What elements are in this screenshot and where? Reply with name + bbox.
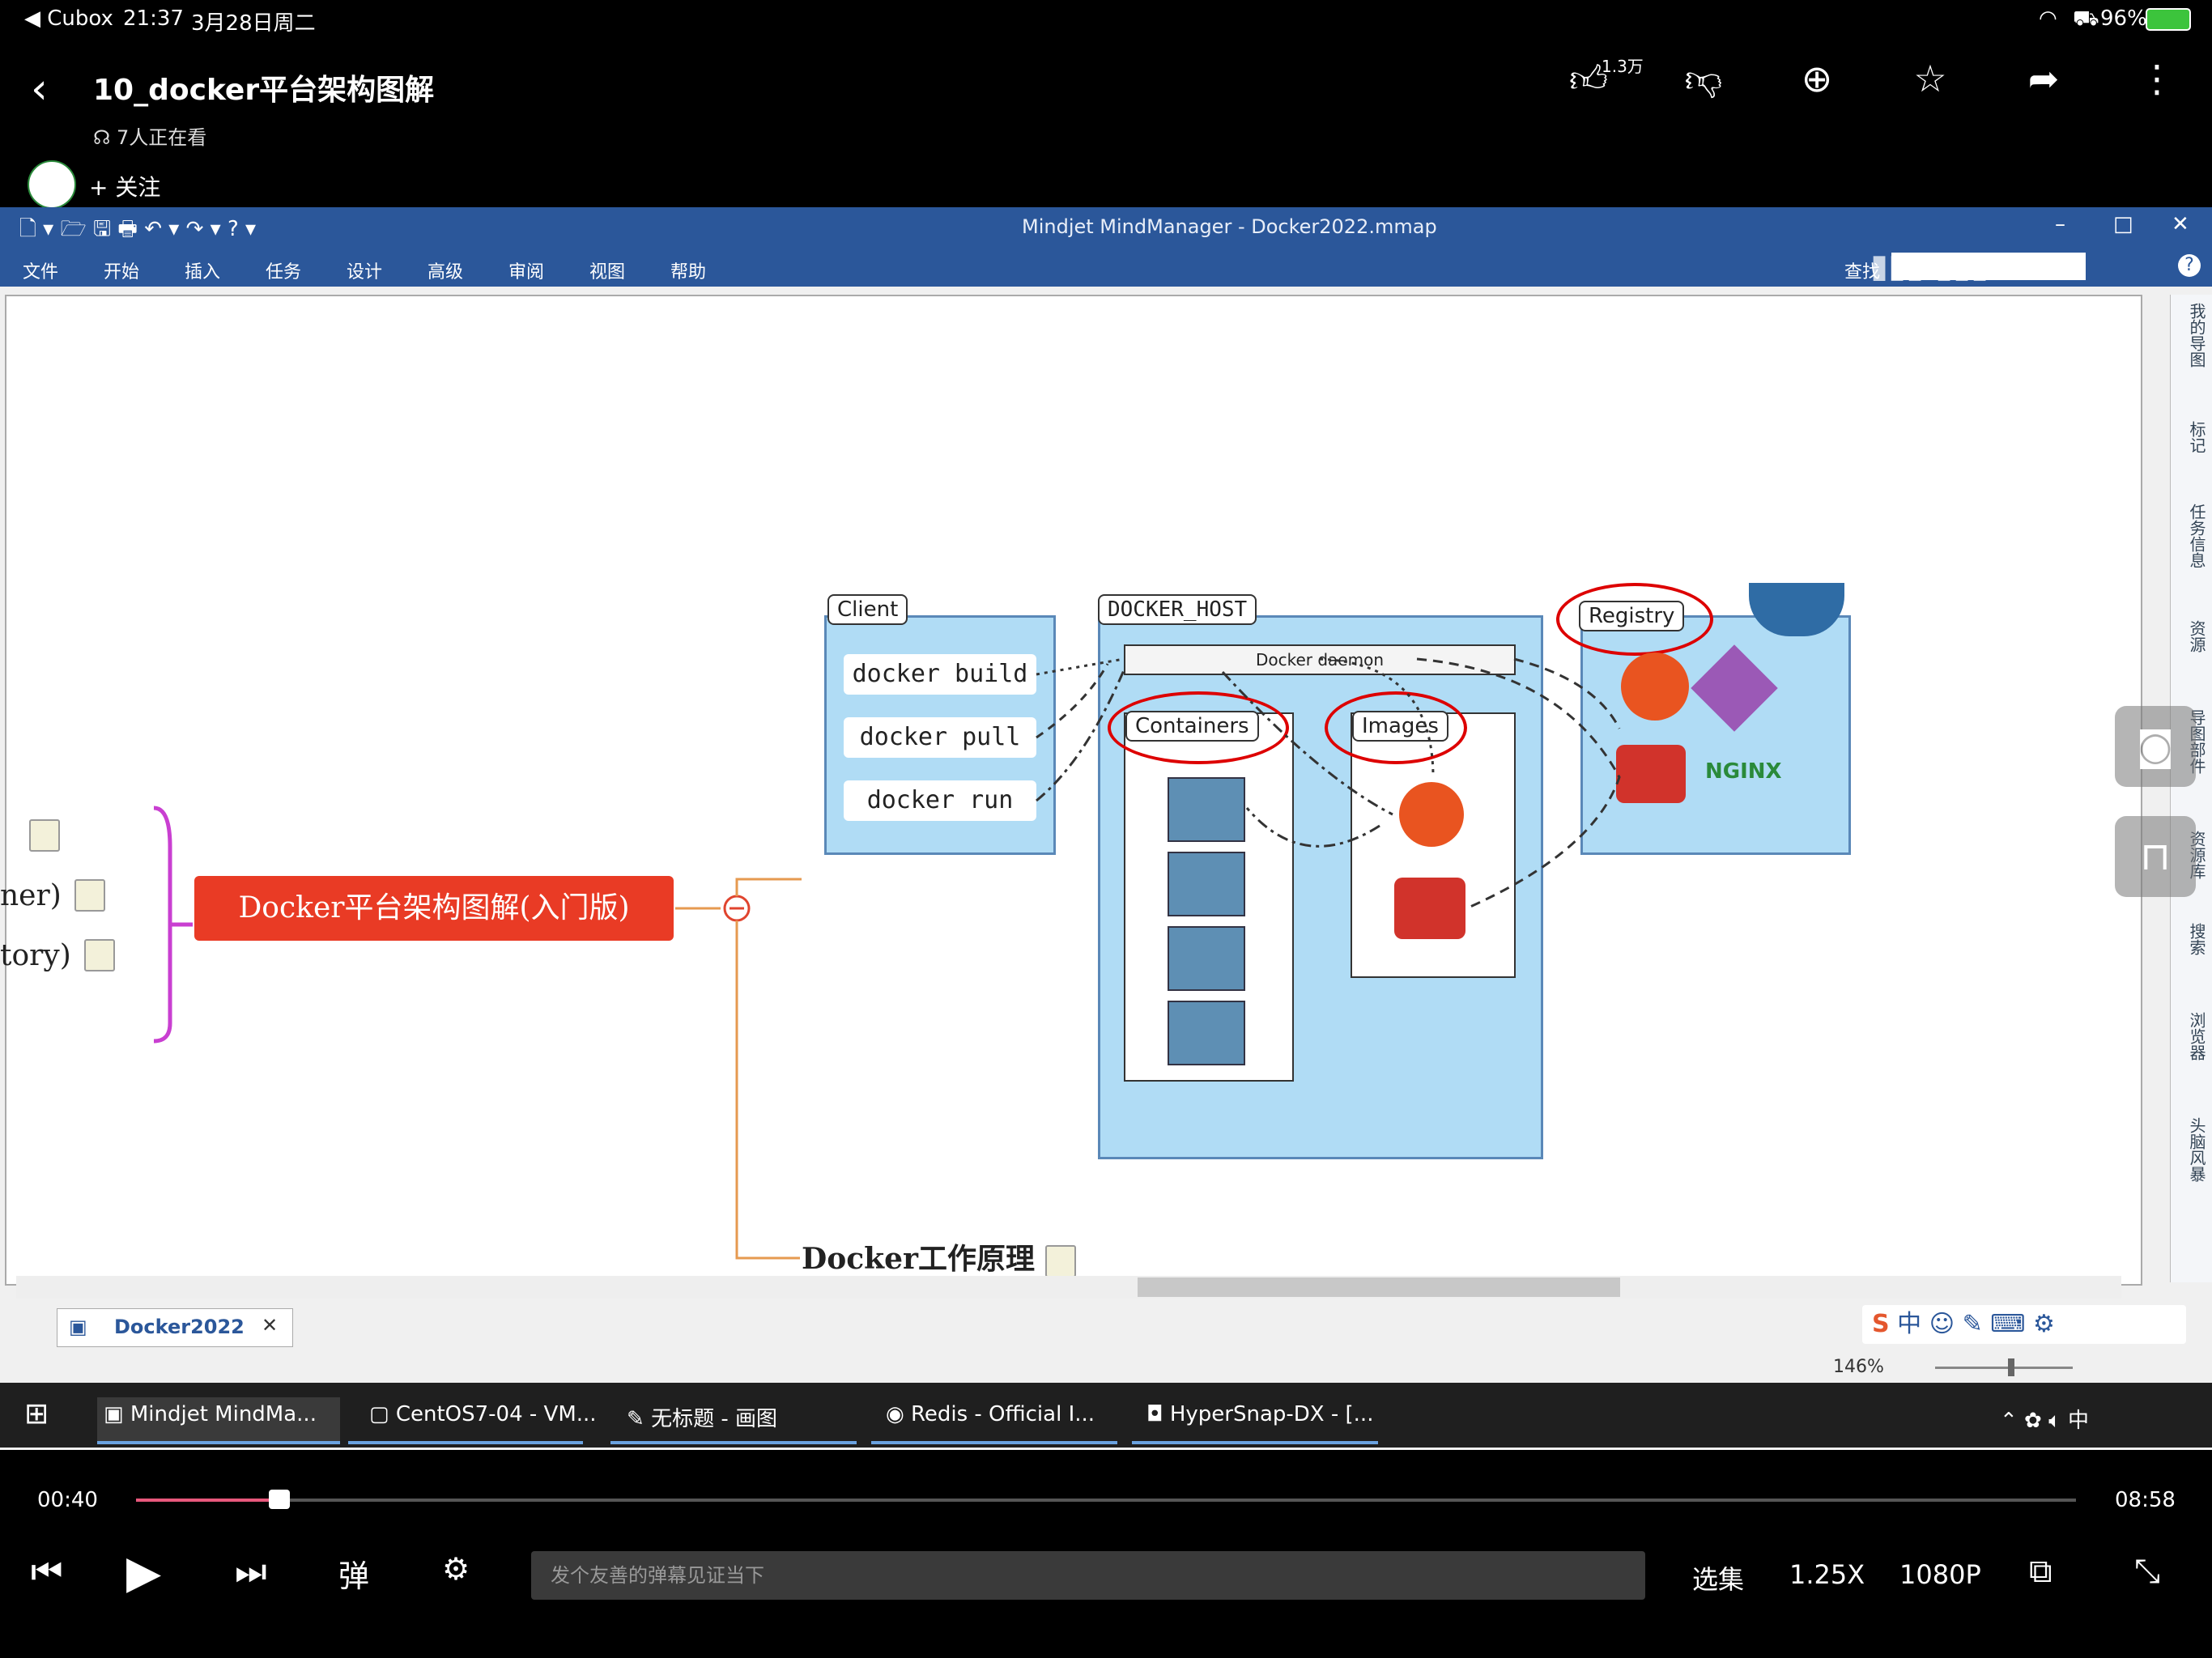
like-count: 1.3万 [1602, 57, 1644, 76]
coin-icon[interactable]: ⊕ [1784, 57, 1849, 121]
favorite-icon[interactable]: ☆ [1898, 57, 1963, 121]
taskbar-item-label: CentOS7-04 - VM... [395, 1402, 597, 1426]
pip-icon[interactable]: ⧉ [2029, 1553, 2052, 1590]
back-to-app[interactable]: ◀ Cubox [24, 6, 113, 31]
branch-up [735, 878, 802, 896]
left-brace [153, 806, 172, 1044]
battery-icon [2146, 8, 2191, 31]
document-tab[interactable]: ▣ Docker2022 ✕ [57, 1308, 293, 1347]
status-bar: ◀ Cubox 21:37 3月28日周二 ◠ ⛟ 96% [0, 0, 2212, 37]
chrome-icon: ◉ [886, 1402, 911, 1426]
danmaku-toggle-icon[interactable]: 弹 [338, 1551, 369, 1596]
video-title: 10_docker平台架构图解 [93, 74, 435, 107]
scrollbar-thumb[interactable] [1138, 1278, 1620, 1297]
partial-topic-1[interactable]: ner) [0, 879, 62, 912]
running-indicator [871, 1441, 1117, 1444]
panel-task-info[interactable]: 任务信息 [2175, 504, 2209, 568]
previous-icon[interactable]: ⏮ [31, 1551, 63, 1592]
help-icon[interactable]: ? [2178, 254, 2201, 277]
car-icon: ⛟ [2073, 6, 2099, 31]
watermark: ▮▮▮ ▮▮▮ [1870, 248, 1989, 285]
close-tab-icon[interactable]: ✕ [262, 1314, 278, 1337]
wifi-icon: ◠ [2039, 6, 2057, 31]
zoom-slider-thumb[interactable] [2008, 1358, 2014, 1376]
mindmanager-app-icon: ▣ [104, 1402, 130, 1426]
ime-toolbar[interactable]: S 中 ☺ ✎ ⌨ ⚙ [1862, 1305, 2186, 1344]
people-icon: ☊ [93, 126, 117, 149]
note-icon[interactable] [74, 879, 105, 912]
document-tab-label: Docker2022 [114, 1316, 245, 1338]
ime-mode: 中 [1897, 1310, 1922, 1338]
panel-markers[interactable]: 标记 [2175, 421, 2209, 453]
panel-browser[interactable]: 浏览器 [2175, 1012, 2209, 1061]
tray-ime: 中 [2067, 1409, 2089, 1433]
progress-fill [136, 1499, 280, 1502]
progress-bar[interactable] [136, 1499, 2076, 1502]
taskbar-item-label: HyperSnap-DX - [... [1169, 1402, 1374, 1426]
diagram-arrows [1036, 657, 1621, 908]
panel-search[interactable]: 搜索 [2175, 923, 2209, 955]
danmaku-settings-icon[interactable]: ⚙ [442, 1551, 470, 1587]
clock: 21:37 [123, 6, 184, 31]
paint-icon: ✎ [627, 1407, 652, 1431]
branch-down [735, 920, 800, 1260]
danmaku-input[interactable]: 发个友善的弹幕见证当下 [531, 1551, 1645, 1600]
unlock-icon: ⊓ [2140, 834, 2171, 879]
battery-percent: 96% [2100, 6, 2147, 31]
share-icon[interactable]: ➦ [2011, 57, 2076, 121]
note-icon[interactable] [84, 939, 115, 971]
play-icon[interactable]: ▶ [126, 1546, 161, 1599]
current-time: 00:40 [37, 1488, 98, 1512]
partial-topic-2[interactable]: tory) [0, 939, 71, 972]
follow-label: 关注 [115, 174, 161, 201]
dislike-icon[interactable]: 👎︎ [1671, 57, 1736, 121]
sogou-icon: S [1872, 1310, 1890, 1338]
panel-brainstorm[interactable]: 头脑风暴 [2175, 1117, 2209, 1182]
panel-resources[interactable]: 资源 [2175, 620, 2209, 653]
screenshot-button[interactable]: ◙ [2115, 706, 2196, 787]
video-frame[interactable]: 🗋 ▾ 🗁 🖫 🖶 ↶ ▾ ↷ ▾ ? ▾ Mindjet MindManage… [0, 207, 2212, 1450]
windows-start-icon[interactable]: ⊞ [24, 1397, 49, 1443]
running-indicator [610, 1441, 857, 1444]
taskbar-item-label: 无标题 - 画图 [651, 1407, 777, 1431]
follow-button[interactable]: + 关注 [89, 170, 160, 202]
active-indicator [97, 1441, 340, 1444]
tray-icons[interactable]: ⌃ ✿ 🔈︎ 中 [2000, 1397, 2089, 1450]
panel-my-maps[interactable]: 我的导图 [2175, 303, 2209, 368]
taskbar-item-label: Mindjet MindMa... [130, 1402, 317, 1426]
zoom-level: 146% [1833, 1357, 1884, 1377]
uploader-avatar[interactable] [28, 160, 76, 209]
vmware-icon: ▢ [369, 1402, 396, 1426]
camera-icon: ◙ [2136, 724, 2175, 769]
running-indicator [348, 1441, 583, 1444]
zoom-slider[interactable] [1935, 1367, 2073, 1369]
note-icon[interactable] [29, 819, 60, 852]
date: 3月28日周二 [191, 11, 316, 36]
watching-count: ☊ 7人正在看 [93, 121, 206, 150]
progress-thumb[interactable] [269, 1490, 291, 1509]
more-icon[interactable]: ⋮ [2125, 57, 2189, 121]
speed-button[interactable]: 1.25X [1789, 1559, 1865, 1590]
horizontal-scrollbar[interactable] [16, 1276, 2121, 1299]
next-icon[interactable]: ⏭ [235, 1551, 267, 1592]
watching-text: 7人正在看 [116, 126, 207, 149]
back-button[interactable]: ‹ [31, 65, 48, 113]
docker-architecture-image: Client docker build docker pull docker r… [818, 583, 1854, 1360]
lock-button[interactable]: ⊓ [2115, 816, 2196, 897]
quality-button[interactable]: 1080P [1899, 1559, 1981, 1590]
camera-icon: ◘ [1146, 1402, 1170, 1426]
running-indicator [1132, 1441, 1378, 1444]
total-time: 08:58 [2115, 1488, 2176, 1512]
mindmap-file-icon: ▣ [69, 1316, 87, 1338]
episodes-button[interactable]: 选集 [1692, 1559, 1744, 1596]
taskbar-item-mindmanager[interactable]: ▣ Mindjet MindMa... [97, 1397, 340, 1443]
close-icon[interactable]: ✕ [2172, 212, 2189, 236]
exit-fullscreen-icon[interactable]: ⤡ [2134, 1553, 2160, 1590]
plus-icon: + [89, 174, 116, 201]
taskbar-item-label: Redis - Official I... [910, 1402, 1095, 1426]
central-topic[interactable]: Docker平台架构图解(入门版) [194, 876, 674, 941]
